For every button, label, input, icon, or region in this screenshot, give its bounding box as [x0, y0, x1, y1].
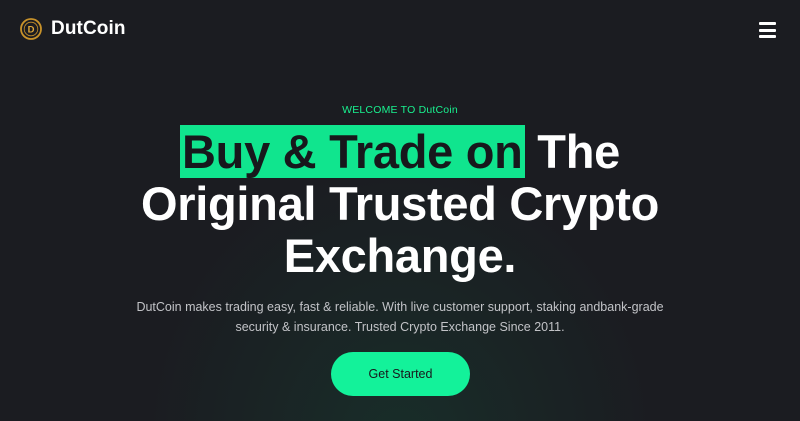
svg-text:D: D: [28, 25, 35, 36]
coin-d-logo-icon: D: [20, 18, 42, 40]
brand-name: DutCoin: [51, 18, 126, 39]
headline-line-2: Original Trusted Crypto: [141, 177, 659, 230]
hamburger-menu-icon[interactable]: [759, 22, 776, 38]
headline-line-3: Exchange.: [283, 229, 517, 282]
hero-eyebrow: WELCOME TO DutCoin: [342, 104, 458, 116]
headline-highlight: Buy & Trade on: [180, 125, 525, 178]
hero-headline: Buy & Trade on The Original Trusted Cryp…: [0, 125, 800, 282]
hero-description: DutCoin makes trading easy, fast & relia…: [136, 300, 664, 334]
landing-page: D DutCoin WELCOME TO DutCoin Buy & Trade…: [0, 0, 800, 421]
headline-line-1: Buy & Trade on The: [0, 125, 800, 178]
brand-link[interactable]: D DutCoin: [20, 18, 126, 40]
navbar: D DutCoin: [0, 0, 800, 62]
get-started-button[interactable]: Get Started: [331, 352, 470, 396]
headline-line-1-rest: The: [524, 125, 620, 178]
